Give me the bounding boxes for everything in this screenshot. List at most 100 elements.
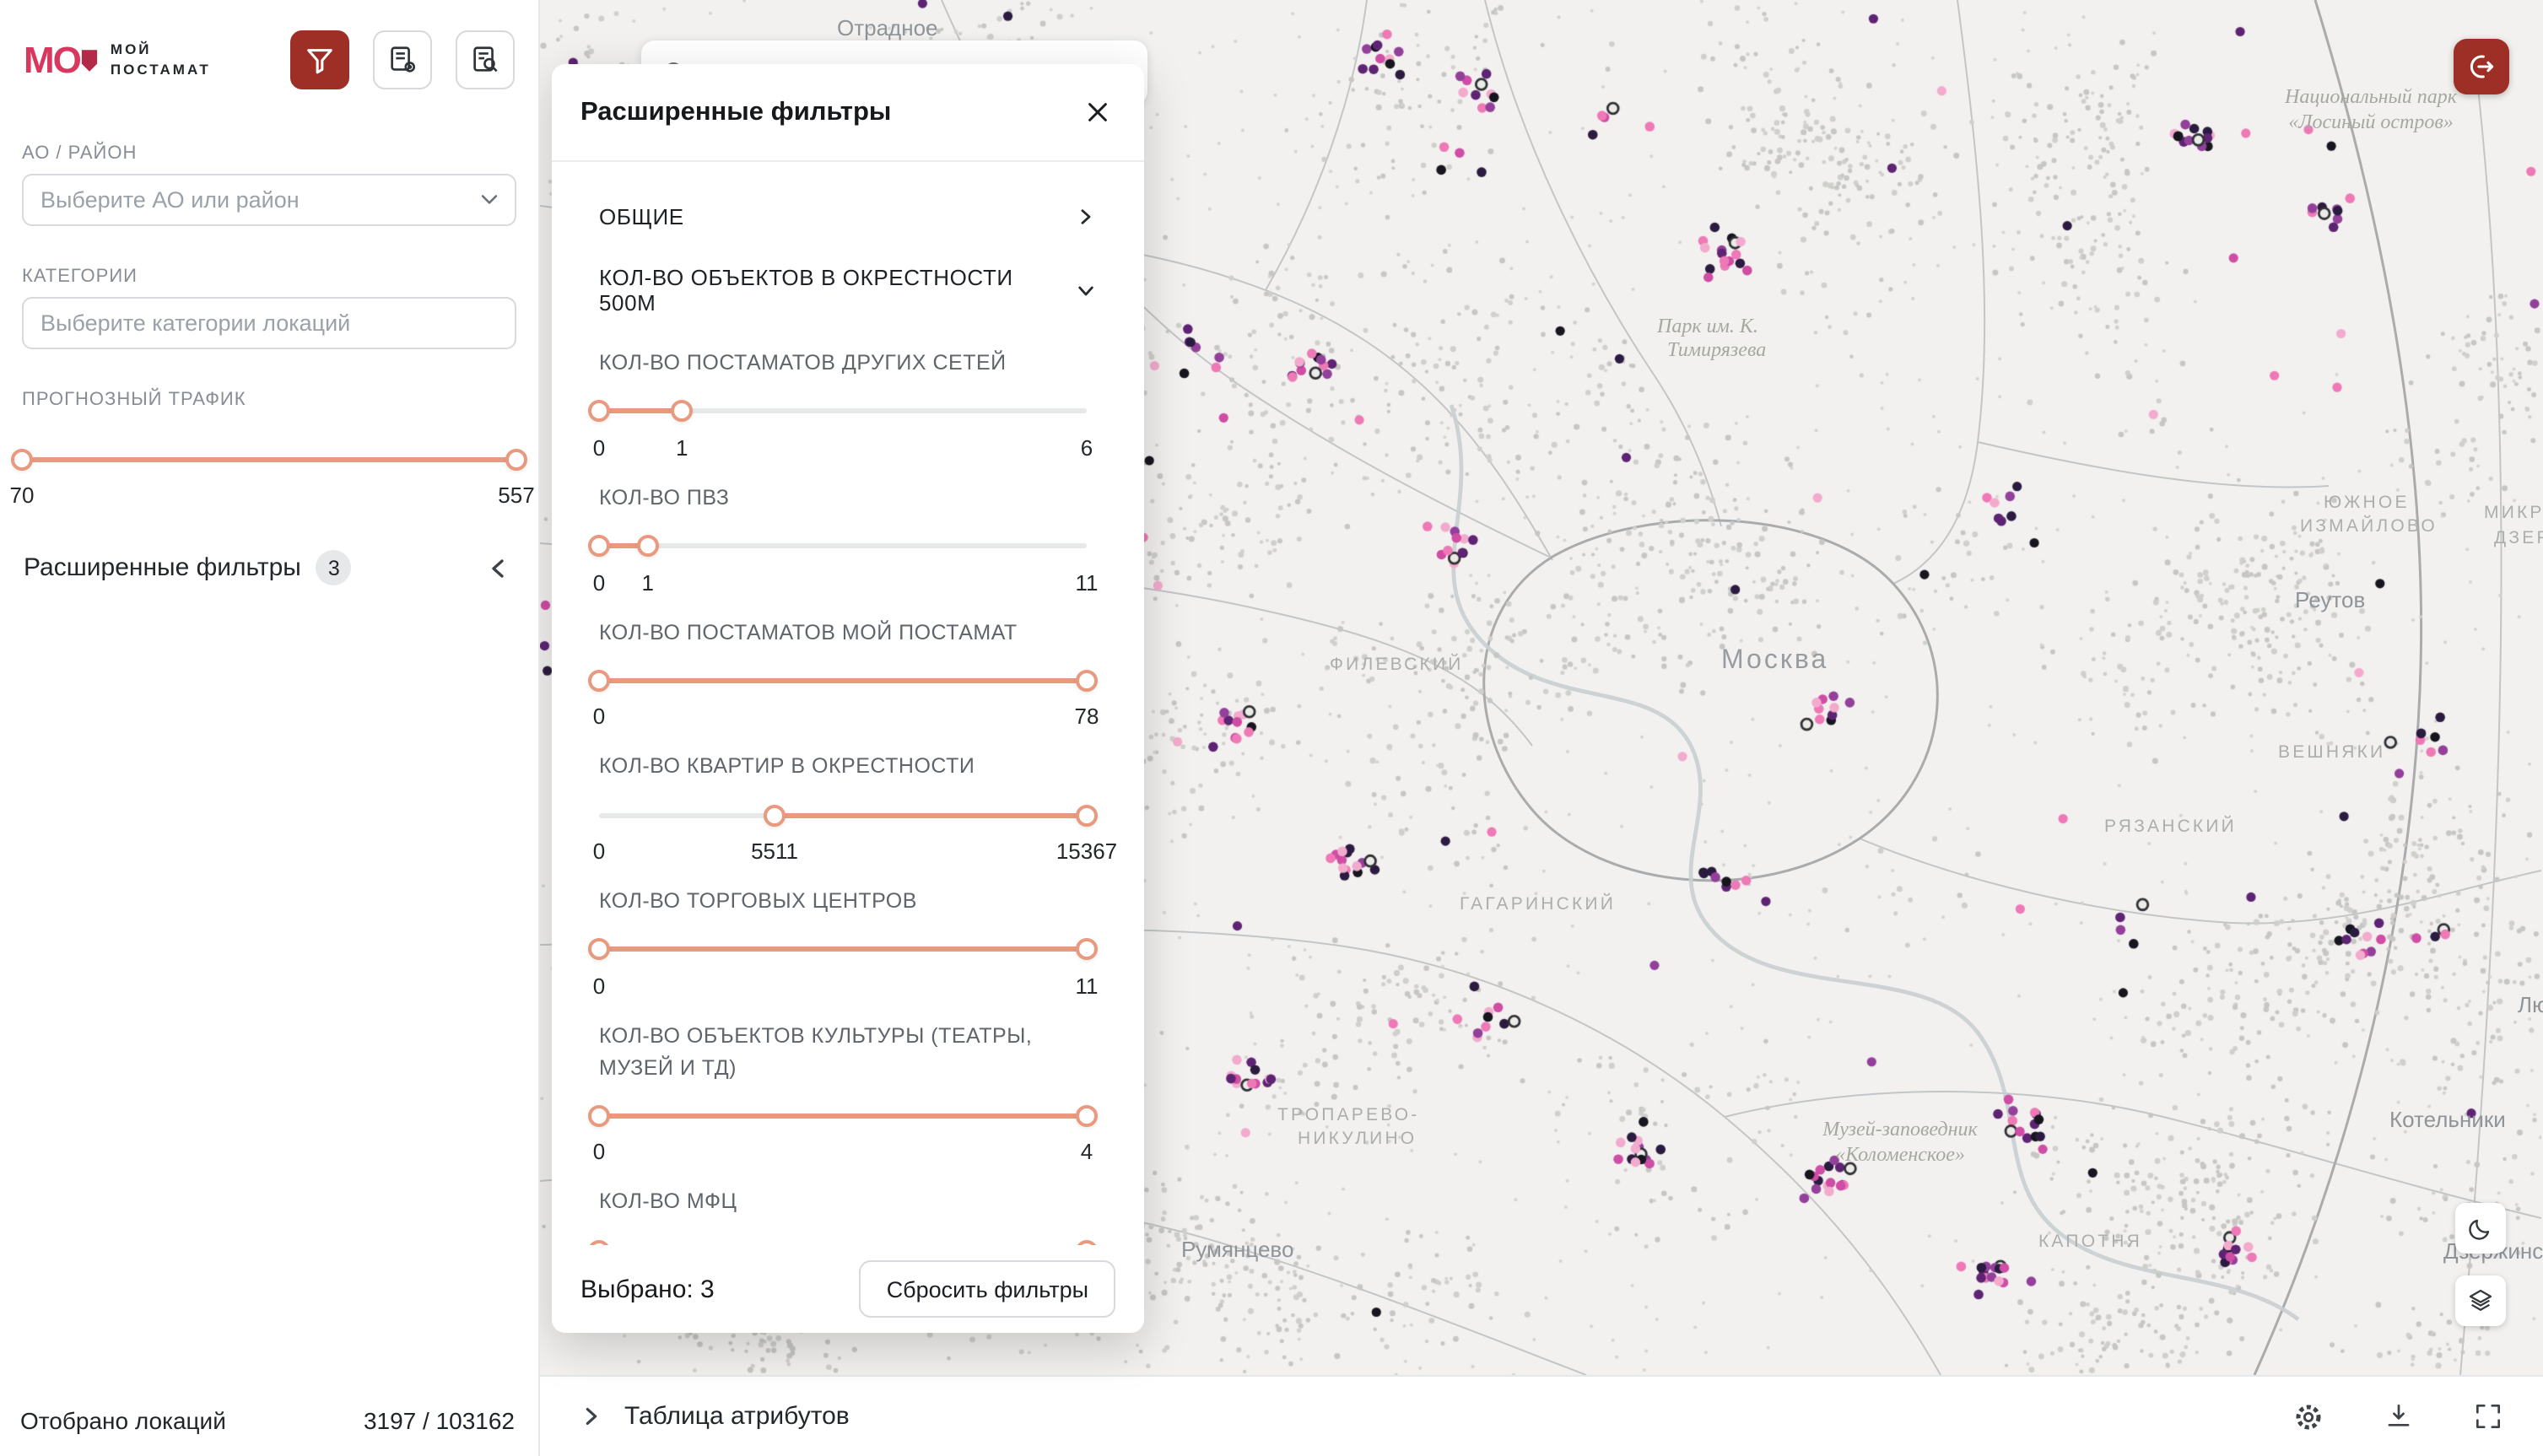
range-filter-label: КОЛ-ВО ПОСТАМАТОВ ДРУГИХ СЕТЕЙ: [599, 348, 1087, 380]
slider-values: 016: [599, 435, 1087, 462]
range-slider[interactable]: [599, 1104, 1087, 1128]
slider-handle-min[interactable]: [588, 939, 610, 961]
sidebar-header: МО МОЙ ПОСТАМАТ: [0, 0, 538, 89]
district-select-input[interactable]: [22, 174, 516, 226]
selected-count: Выбрано: 3: [580, 1275, 715, 1303]
logo-pin-icon: [82, 48, 99, 72]
slider-handle-max[interactable]: [1076, 1239, 1098, 1245]
range-slider[interactable]: [22, 447, 516, 471]
slider-values: 04: [599, 1140, 1087, 1167]
categories-input[interactable]: [22, 297, 516, 349]
modal-body: ОБЩИЕ КОЛ-ВО ОБЪЕКТОВ В ОКРЕСТНОСТИ 500М К…: [552, 162, 1144, 1245]
slider-handle-min[interactable]: [588, 535, 610, 557]
range-slider[interactable]: [599, 669, 1087, 693]
range-slider[interactable]: [599, 938, 1087, 962]
locations-counter: Отобрано локаций 3197 / 103162: [20, 1407, 515, 1434]
range-filter: КОЛ-ВО МФЦ03: [552, 1187, 1144, 1246]
chevron-down-icon[interactable]: [478, 187, 501, 219]
report-settings-button[interactable]: [373, 30, 432, 89]
slider-handle-max[interactable]: [1076, 804, 1098, 826]
slider-value: 0: [593, 1140, 605, 1165]
slider-handle-max[interactable]: [671, 401, 693, 423]
bottom-bar-actions: [2288, 1396, 2508, 1437]
slider-value: 11: [1076, 973, 1099, 999]
range-filter: 70557: [22, 447, 516, 510]
range-slider[interactable]: [599, 803, 1087, 827]
fullscreen-icon: [2472, 1400, 2504, 1432]
slider-fill: [599, 1114, 1087, 1119]
logout-icon: [2465, 51, 2497, 83]
slider-handle-min[interactable]: [764, 804, 786, 826]
locations-counter-value: 3197 / 103162: [364, 1407, 515, 1434]
slider-value: 11: [1076, 569, 1099, 595]
slider-handle-max[interactable]: [505, 448, 527, 470]
filter-funnel-icon: [304, 44, 336, 76]
advanced-filters-row[interactable]: Расширенные фильтры 3: [0, 550, 538, 585]
slider-value: 6: [1081, 435, 1093, 461]
range-filter-label: КОЛ-ВО ТОРГОВЫХ ЦЕНТРОВ: [599, 886, 1087, 918]
slider-value: 0: [593, 435, 605, 461]
slider-values: 0111: [599, 569, 1087, 596]
range-filter: КОЛ-ВО ПОСТАМАТОВ МОЙ ПОСТАМАТ078: [552, 617, 1144, 731]
logo: МО МОЙ ПОСТАМАТ: [24, 41, 211, 78]
filter-section-toggle[interactable]: ОБЩИЕ: [552, 179, 1144, 253]
slider-value: 0: [593, 569, 605, 595]
document-gear-icon: [386, 44, 418, 76]
slider-value: 70: [10, 483, 35, 508]
traffic-slider-slot: 70557: [22, 447, 516, 510]
slider-value: 0: [593, 839, 605, 864]
slider-handle-max[interactable]: [637, 535, 659, 557]
modal-footer: Выбрано: 3 Сбросить фильтры: [552, 1245, 1144, 1333]
chevron-down-icon: [1075, 279, 1097, 301]
inspect-tool-button[interactable]: [456, 30, 515, 89]
filter-section-toggle[interactable]: КОЛ-ВО ОБЪЕКТОВ В ОКРЕСТНОСТИ 500М: [552, 253, 1144, 327]
slider-handle-min[interactable]: [588, 401, 610, 423]
slider-values: 70557: [22, 483, 516, 510]
locations-counter-label: Отобрано локаций: [20, 1407, 226, 1434]
fullscreen-button[interactable]: [2469, 1397, 2508, 1436]
categories-label: КАТЕГОРИИ: [22, 267, 516, 287]
filters-tool-button[interactable]: [290, 30, 349, 89]
layers-button[interactable]: [2455, 1275, 2506, 1326]
modal-title: Расширенные фильтры: [580, 97, 891, 127]
slider-values: 078: [599, 704, 1087, 731]
settings-button[interactable]: [2288, 1396, 2329, 1437]
slider-fill: [775, 812, 1087, 817]
expand-table-button[interactable]: [575, 1400, 607, 1432]
advanced-filters-label: Расширенные фильтры: [24, 553, 301, 582]
reset-filters-button[interactable]: Сбросить фильтры: [860, 1260, 1115, 1318]
district-label: АО / РАЙОН: [22, 143, 516, 164]
slider-values: 011: [599, 973, 1087, 1000]
theme-toggle-button[interactable]: [2455, 1203, 2506, 1254]
range-slider[interactable]: [599, 1238, 1087, 1245]
chevron-right-icon: [579, 1404, 604, 1429]
logo-text: МОЙ ПОСТАМАТ: [111, 41, 211, 78]
map-canvas-area[interactable]: ОтрадноеНациональный парк«Лосиный остров…: [540, 0, 2543, 1456]
filter-section-label: ОБЩИЕ: [599, 203, 684, 229]
attributes-table-label: Таблица атрибутов: [624, 1402, 850, 1431]
attributes-table-bar: Таблица атрибутов: [540, 1375, 2543, 1456]
range-filter-label: КОЛ-ВО МФЦ: [599, 1187, 1087, 1219]
slider-handle-min[interactable]: [588, 1239, 610, 1245]
close-icon[interactable]: [1078, 93, 1117, 132]
traffic-label: ПРОГНОЗНЫЙ ТРАФИК: [22, 390, 516, 410]
download-button[interactable]: [2379, 1397, 2418, 1436]
slider-handle-min[interactable]: [11, 448, 33, 470]
slider-handle-max[interactable]: [1076, 670, 1098, 692]
collapse-panel-button[interactable]: [481, 551, 515, 585]
slider-fill: [22, 456, 516, 461]
range-slider[interactable]: [599, 534, 1087, 558]
advanced-filters-badge: 3: [316, 550, 352, 585]
chevron-right-icon: [1075, 205, 1097, 227]
slider-track[interactable]: [599, 543, 1087, 548]
logout-button[interactable]: [2454, 39, 2509, 94]
range-slider[interactable]: [599, 400, 1087, 423]
chevron-left-icon: [484, 554, 511, 581]
slider-handle-min[interactable]: [588, 670, 610, 692]
moon-icon: [2467, 1215, 2494, 1242]
slider-value: 1: [676, 435, 688, 461]
slider-handle-max[interactable]: [1076, 1105, 1098, 1127]
layers-icon: [2467, 1287, 2494, 1314]
slider-handle-max[interactable]: [1076, 939, 1098, 961]
slider-handle-min[interactable]: [588, 1105, 610, 1127]
